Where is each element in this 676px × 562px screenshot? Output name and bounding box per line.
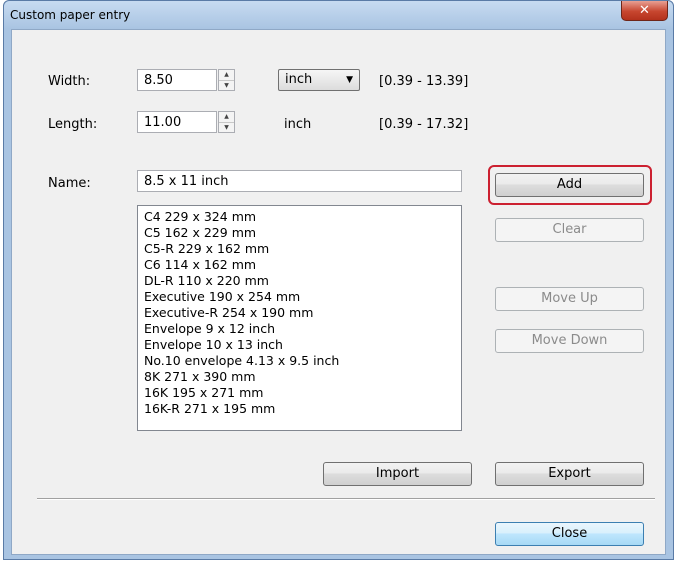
length-label: Length: <box>48 117 98 132</box>
close-button[interactable]: Close <box>495 522 644 546</box>
list-item[interactable]: No.10 envelope 4.13 x 9.5 inch <box>144 353 455 369</box>
list-item[interactable]: C4 229 x 324 mm <box>144 209 455 225</box>
list-item[interactable]: 8K 271 x 390 mm <box>144 369 455 385</box>
clear-button[interactable]: Clear <box>495 218 644 242</box>
width-label: Width: <box>48 74 91 89</box>
window-title: Custom paper entry <box>10 8 131 22</box>
move-down-button[interactable]: Move Down <box>495 329 644 353</box>
separator <box>37 498 655 500</box>
list-item[interactable]: C5-R 229 x 162 mm <box>144 241 455 257</box>
list-item[interactable]: Envelope 9 x 12 inch <box>144 321 455 337</box>
length-range: [0.39 - 17.32] <box>379 117 469 132</box>
spin-down-icon[interactable]: ▼ <box>219 81 234 91</box>
chevron-down-icon: ▼ <box>346 75 353 85</box>
unit-dropdown[interactable]: inch ▼ <box>278 69 360 91</box>
width-range: [0.39 - 13.39] <box>379 74 469 89</box>
export-button[interactable]: Export <box>495 462 644 486</box>
add-button[interactable]: Add <box>495 173 644 197</box>
name-input[interactable] <box>137 170 462 192</box>
dialog-body: Width: ▲ ▼ inch ▼ [0.39 - 13.39] Length:… <box>11 29 666 555</box>
list-item[interactable]: DL-R 110 x 220 mm <box>144 273 455 289</box>
paper-list[interactable]: C4 229 x 324 mm C5 162 x 229 mm C5-R 229 x… <box>137 205 462 431</box>
spin-up-icon[interactable]: ▲ <box>219 70 234 81</box>
length-stepper[interactable]: ▲ ▼ <box>218 111 235 133</box>
import-button[interactable]: Import <box>323 462 472 486</box>
spin-down-icon[interactable]: ▼ <box>219 123 234 133</box>
title-bar[interactable]: Custom paper entry ✕ <box>4 1 673 29</box>
unit-dropdown-value: inch <box>285 72 313 87</box>
spin-up-icon[interactable]: ▲ <box>219 112 234 123</box>
list-item[interactable]: C5 162 x 229 mm <box>144 225 455 241</box>
list-item[interactable]: Executive 190 x 254 mm <box>144 289 455 305</box>
close-window-button[interactable]: ✕ <box>621 1 668 21</box>
length-input[interactable] <box>137 111 217 133</box>
move-up-button[interactable]: Move Up <box>495 287 644 311</box>
close-icon: ✕ <box>639 3 650 18</box>
width-stepper[interactable]: ▲ ▼ <box>218 69 235 91</box>
list-item[interactable]: Envelope 10 x 13 inch <box>144 337 455 353</box>
width-input[interactable] <box>137 69 217 91</box>
dialog-window: Custom paper entry ✕ Width: ▲ ▼ inch ▼ [… <box>3 0 674 560</box>
length-unit: inch <box>284 117 312 132</box>
list-item[interactable]: 16K 195 x 271 mm <box>144 385 455 401</box>
list-item[interactable]: C6 114 x 162 mm <box>144 257 455 273</box>
list-item[interactable]: Executive-R 254 x 190 mm <box>144 305 455 321</box>
list-item[interactable]: 16K-R 271 x 195 mm <box>144 401 455 417</box>
name-label: Name: <box>48 176 91 191</box>
